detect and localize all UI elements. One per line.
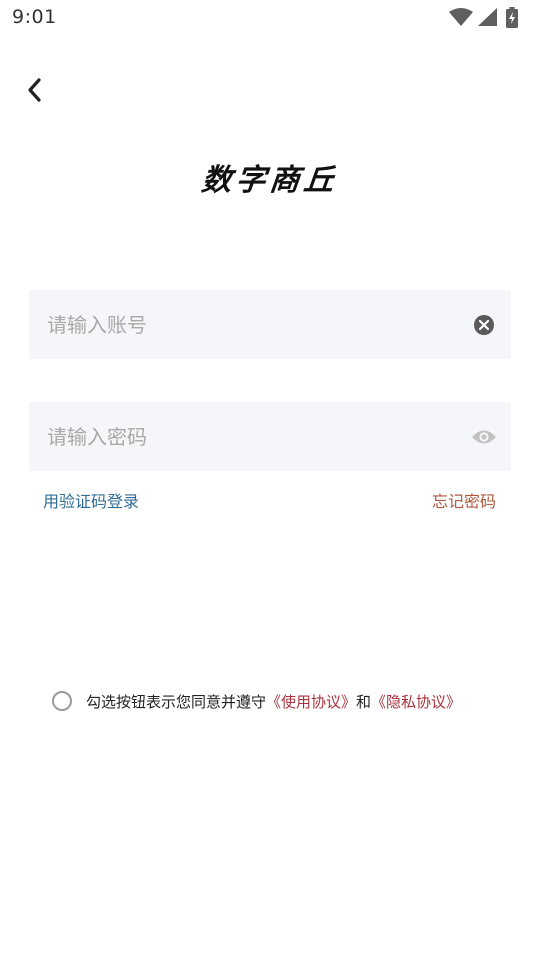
terms-link[interactable]: 《使用协议》 xyxy=(266,693,356,711)
agreement-checkbox[interactable] xyxy=(52,691,72,711)
eye-icon[interactable] xyxy=(471,427,497,447)
app-title: 数字商丘 xyxy=(199,163,340,198)
forgot-password-link[interactable]: 忘记密码 xyxy=(432,488,496,512)
clear-circle-icon[interactable] xyxy=(473,314,495,336)
password-input[interactable] xyxy=(47,402,447,471)
agreement-connector: 和 xyxy=(356,693,372,711)
agreement-text: 勾选按钮表示您同意并遵守《使用协议》和《隐私协议》 xyxy=(86,691,461,712)
status-time: 9:01 xyxy=(12,6,57,28)
back-button[interactable] xyxy=(22,74,52,108)
chevron-left-icon xyxy=(28,78,41,102)
account-input[interactable] xyxy=(47,290,447,359)
account-field xyxy=(29,290,511,359)
sms-login-link[interactable]: 用验证码登录 xyxy=(43,488,139,512)
agreement-prefix: 勾选按钮表示您同意并遵守 xyxy=(86,693,267,711)
wifi-icon xyxy=(449,8,473,26)
battery-charging-icon xyxy=(506,7,518,28)
status-bar: 9:01 xyxy=(0,0,540,36)
password-field xyxy=(29,402,511,471)
privacy-link[interactable]: 《隐私协议》 xyxy=(371,693,461,711)
signal-icon xyxy=(478,8,497,26)
